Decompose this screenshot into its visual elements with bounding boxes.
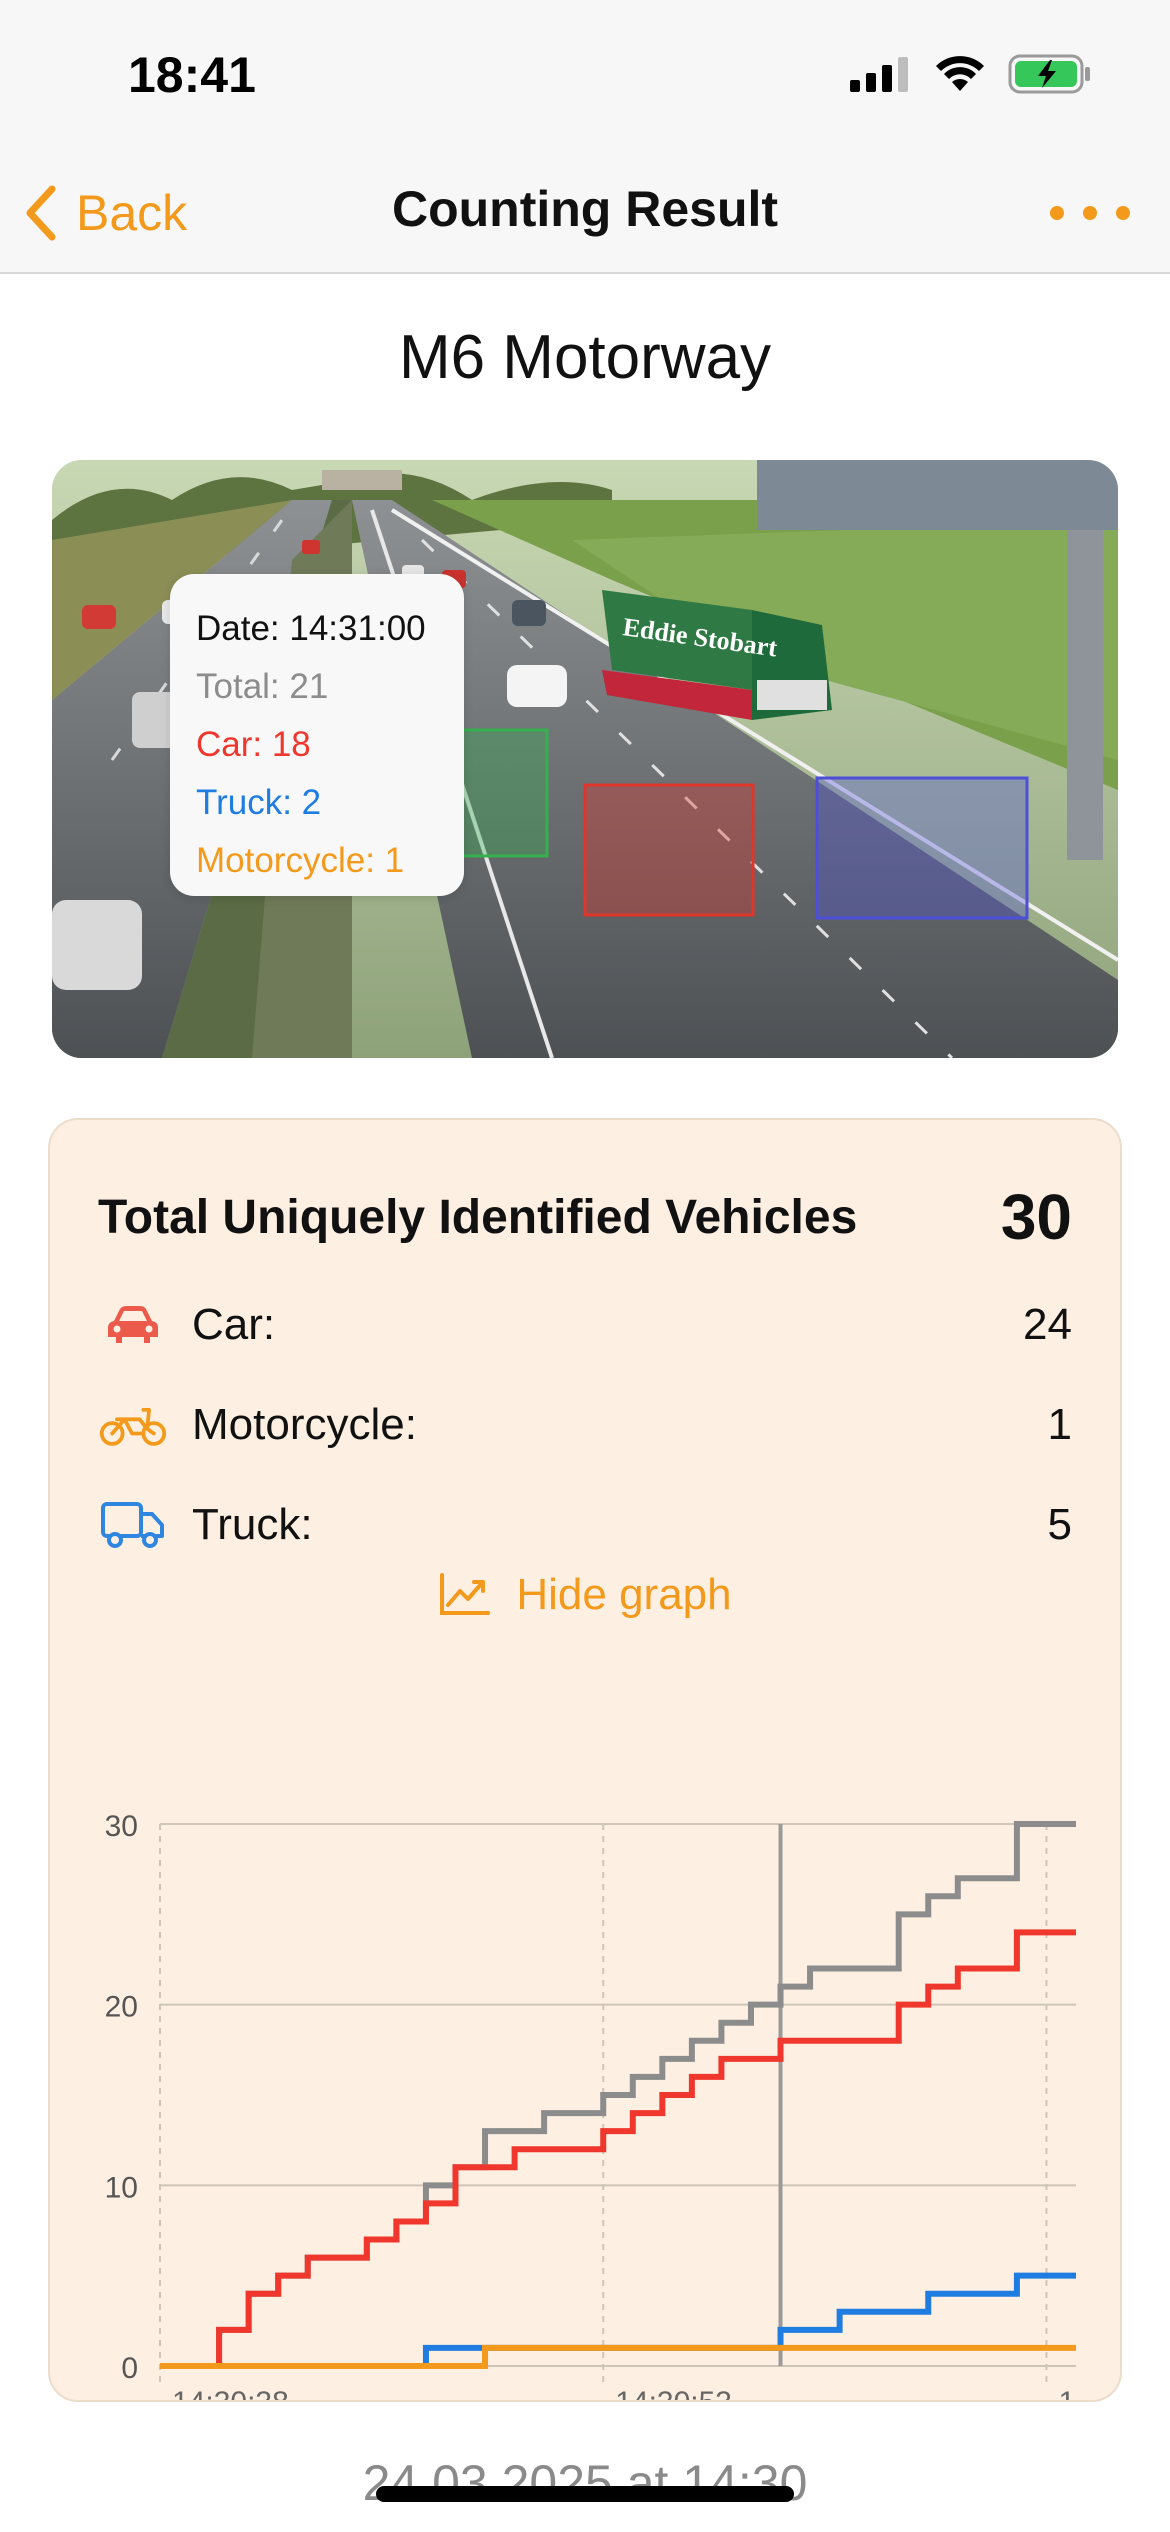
stats-card: Total Uniquely Identified Vehicles 30 Ca… [48,1118,1124,2419]
motorcycle-label: Motorcycle: [192,1400,417,1449]
y-tick-label: 0 [121,2352,138,2385]
total-label: Total Uniquely Identified Vehicles [98,1190,858,1244]
ellipsis-dot [1050,206,1064,220]
tooltip-car: Car: 18 [196,725,311,764]
hide-graph-label: Hide graph [516,1570,732,1619]
status-icons [850,54,1092,94]
vehicle-count-chart[interactable]: 0 10 20 30 14:30:38 14:30:53 1 [50,1660,1124,2419]
truck-label: Truck: [192,1500,313,1549]
tooltip-motorcycle: Motorcycle: 1 [196,841,405,880]
car-label: Car: [192,1300,276,1349]
car-count: 24 [1023,1300,1072,1349]
nav-title: Counting Result [391,181,779,237]
tooltip-truck: Truck: 2 [196,783,322,822]
motorcycle-icon [98,1395,168,1455]
y-tick-label: 30 [105,1810,138,1843]
status-bar: 18:41 [0,0,1170,150]
y-tick-label: 20 [105,1991,138,2024]
chart-tooltip: Date: 14:31:00 Total: 21 Car: 18 Truck: … [170,574,464,896]
recording-date: 24.03.2025 at 14:30 [362,2455,808,2511]
y-tick-label: 10 [105,2171,138,2204]
hide-graph-button[interactable]: Hide graph [50,1570,1120,1620]
x-tick-label: 14:30:53 [615,2386,732,2400]
chart-area[interactable]: 0 10 20 30 14:30:38 14:30:53 1 [50,1660,1124,2419]
truck-count: 5 [1047,1500,1072,1549]
ellipsis-dot [1083,206,1097,220]
home-indicator[interactable] [376,2486,794,2502]
location-title: M6 Motorway [398,323,772,392]
more-options-button[interactable] [1050,188,1130,238]
tooltip-total: Total: 21 [196,667,329,706]
line-chart-icon [440,1573,491,1615]
wifi-icon [936,56,984,91]
series-line-motorcycle [160,2344,1076,2369]
navigation-bar: Back Counting Result [0,150,1170,274]
status-time: 18:41 [128,47,256,103]
cellular-signal-icon [850,57,908,92]
truck-icon [98,1495,168,1555]
series-line-truck [160,2272,1076,2369]
counting-zone-blue [815,776,1029,920]
category-row-truck: Truck: 5 [98,1490,1072,1560]
total-value: 30 [1000,1181,1072,1253]
tooltip-date: Date: 14:31:00 [196,609,426,648]
battery-charging-icon [1008,54,1090,94]
category-row-car: Car: 24 [98,1290,1072,1360]
x-tick-label: 1 [1058,2386,1075,2400]
motorcycle-count: 1 [1047,1400,1072,1449]
car-icon [98,1295,168,1355]
series-line-total [160,1821,1076,2369]
counting-zone-red [583,783,755,917]
total-row: Total Uniquely Identified Vehicles 30 [98,1180,1072,1254]
series-line-car [160,1929,1076,2369]
category-row-motorcycle: Motorcycle: 1 [98,1390,1072,1460]
ellipsis-dot [1116,206,1130,220]
x-tick-label: 14:30:38 [172,2386,289,2400]
